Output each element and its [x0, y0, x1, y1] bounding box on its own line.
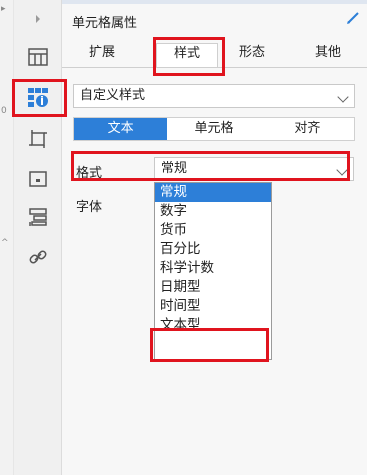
side-icon-bar	[14, 0, 62, 475]
format-select[interactable]: 常规	[154, 157, 354, 181]
collapse-arrow-icon[interactable]	[24, 6, 52, 32]
stacked-layers-icon[interactable]	[24, 204, 52, 230]
chevron-down-icon	[337, 91, 349, 103]
property-tabs: 扩展 样式 形态 其他	[62, 38, 367, 68]
strip-mark-caret: ^	[1, 238, 9, 248]
format-option-time[interactable]: 时间型	[155, 297, 271, 316]
format-option-general[interactable]: 常规	[155, 183, 271, 202]
subtab-text[interactable]: 文本	[74, 118, 168, 140]
left-edge-strip: ▸ 0 ^	[0, 0, 14, 475]
format-option-percent[interactable]: 百分比	[155, 240, 271, 259]
style-subtabs: 文本 单元格 对齐	[73, 117, 355, 141]
panel-top-line	[62, 0, 367, 4]
format-dropdown-list: 常规 数字 货币 百分比 科学计数 日期型 时间型 文本型	[154, 182, 272, 360]
subtab-cell[interactable]: 单元格	[167, 118, 260, 140]
link-chain-icon[interactable]	[24, 244, 52, 270]
panel-title: 单元格属性	[72, 16, 138, 31]
expand-arrow-icon[interactable]: ▸	[1, 4, 6, 14]
edit-pencil-icon[interactable]	[345, 10, 361, 26]
format-option-currency[interactable]: 货币	[155, 221, 271, 240]
format-option-scientific[interactable]: 科学计数	[155, 259, 271, 278]
format-option-text[interactable]: 文本型	[155, 316, 271, 335]
format-label: 格式	[76, 166, 103, 181]
tab-expand[interactable]: 扩展	[76, 43, 128, 67]
chevron-down-icon	[336, 164, 348, 176]
tab-style[interactable]: 样式	[156, 43, 218, 67]
subtab-align[interactable]: 对齐	[261, 118, 354, 140]
font-label: 字体	[76, 200, 103, 215]
format-option-date[interactable]: 日期型	[155, 278, 271, 297]
style-type-value: 自定义样式	[80, 88, 146, 103]
crop-frame-icon[interactable]	[24, 126, 52, 152]
format-value: 常规	[161, 161, 188, 176]
widget-box-icon[interactable]	[24, 166, 52, 192]
cell-properties-panel: 单元格属性 扩展 样式 形态 其他 自定义样式 文本 单元格 对齐 格式 常规 …	[62, 0, 367, 475]
tab-other[interactable]: 其他	[302, 43, 354, 67]
strip-mark-zero: 0	[1, 106, 7, 116]
format-option-number[interactable]: 数字	[155, 202, 271, 221]
style-type-select[interactable]: 自定义样式	[73, 84, 355, 108]
tab-form[interactable]: 形态	[226, 43, 278, 67]
table-layout-icon[interactable]	[24, 44, 52, 70]
cell-properties-icon[interactable]	[24, 84, 52, 110]
